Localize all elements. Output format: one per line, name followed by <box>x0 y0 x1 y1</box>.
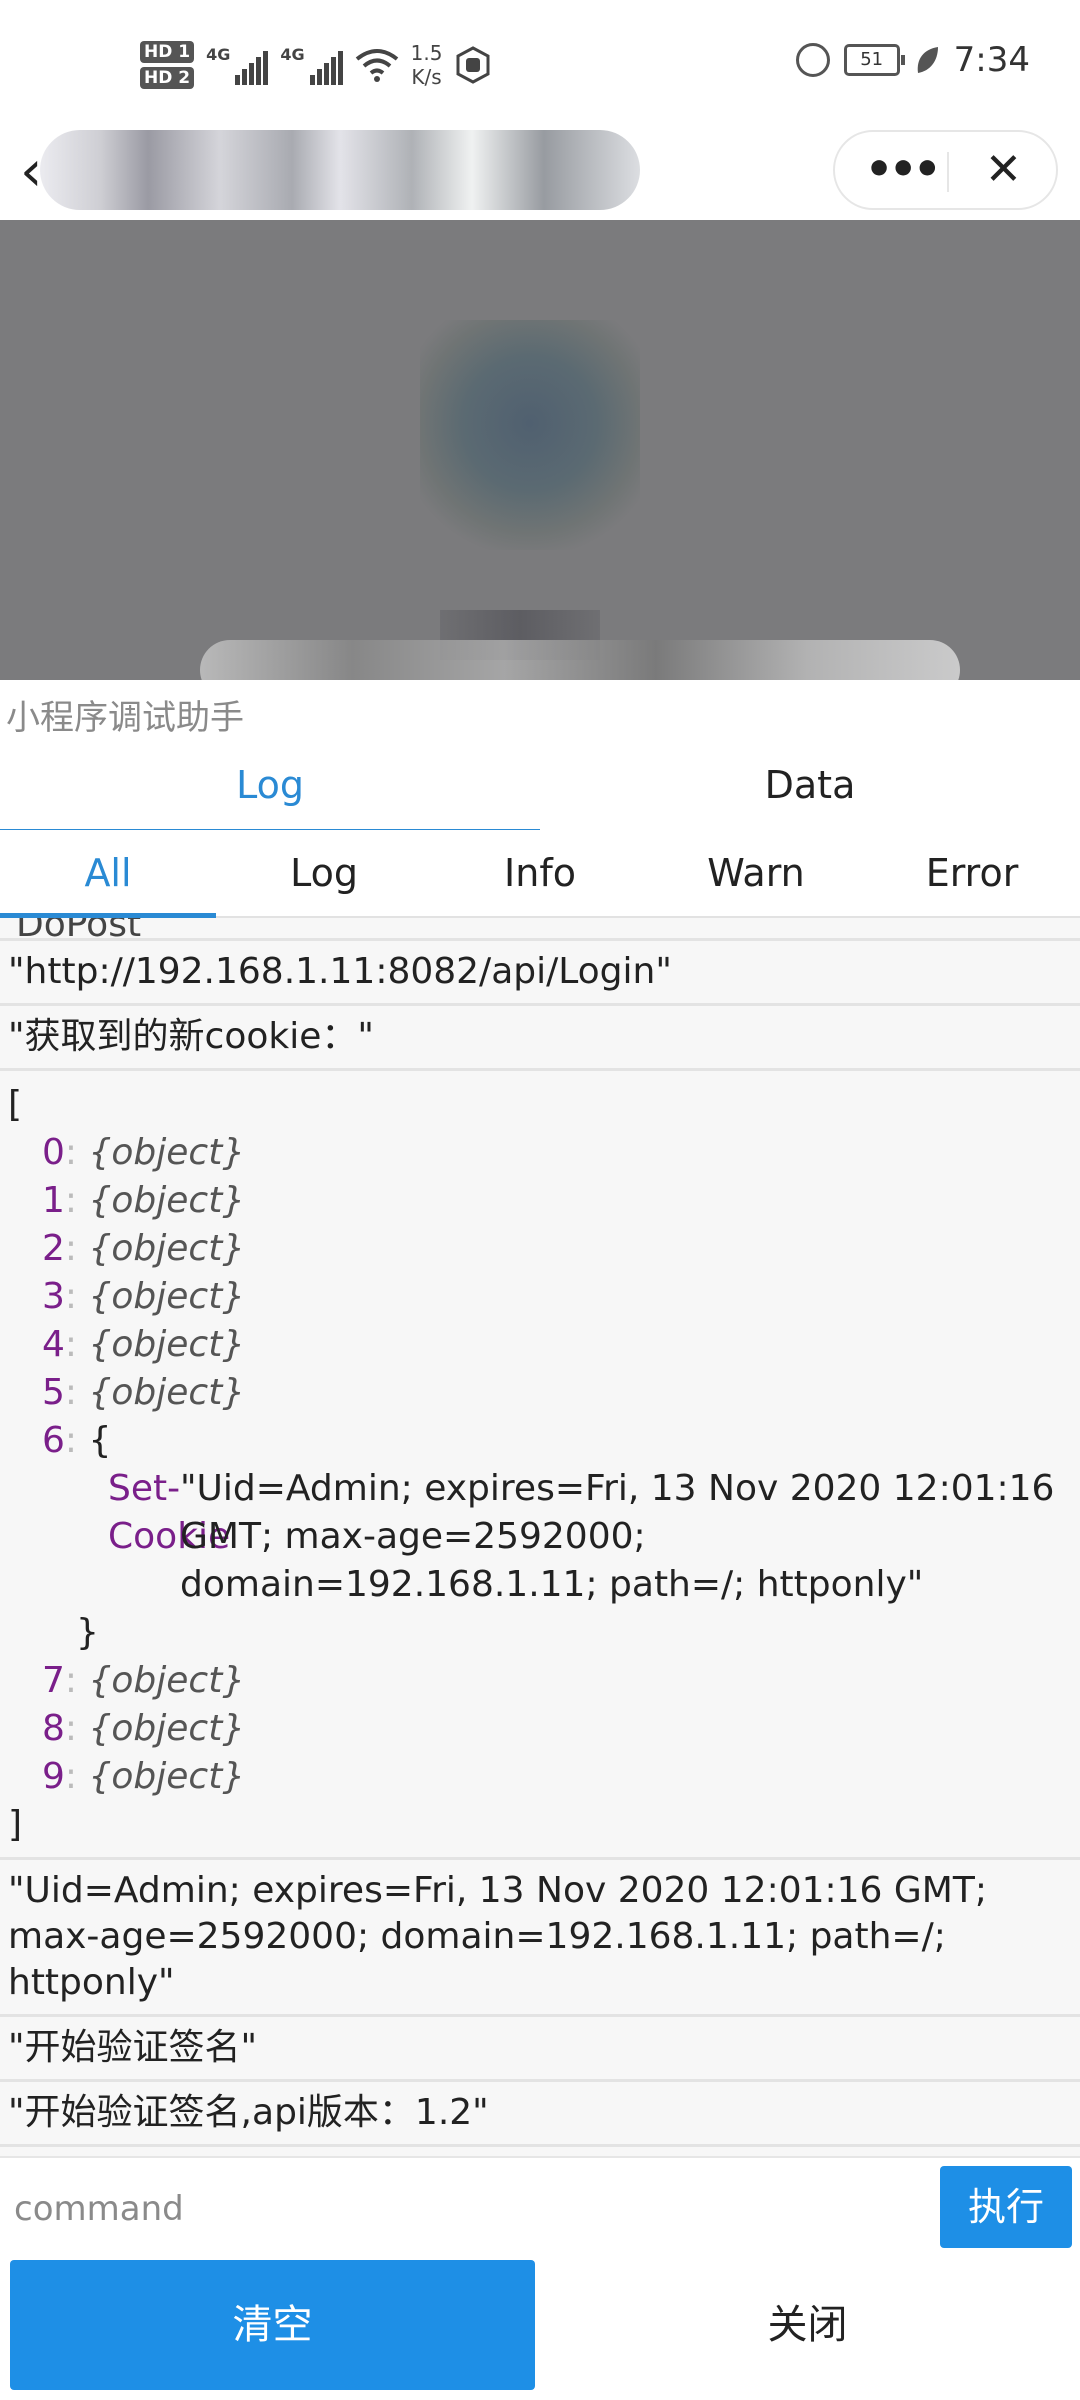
log-entry-verify-version: "开始验证签名,api版本：1.2" <box>0 2082 1080 2147</box>
signal-2-icon: 4G <box>280 45 343 85</box>
more-icon[interactable]: ••• <box>865 142 941 198</box>
tree-item-expanded[interactable]: 6: { <box>8 1417 1072 1465</box>
filter-warn[interactable]: Warn <box>648 830 864 916</box>
hd1-badge: HD 1 <box>140 41 195 63</box>
cookie-value: "Uid=Admin; expires=Fri, 13 Nov 2020 12:… <box>180 1468 1055 1605</box>
speed-unit: K/s <box>411 65 442 89</box>
tree-item[interactable]: 9: {object} <box>8 1753 1072 1801</box>
tree-item[interactable]: 7: {object} <box>8 1657 1072 1705</box>
filter-all[interactable]: All <box>0 830 216 918</box>
log-entry-array: [ 0: {object} 1: {object} 2: {object} 3:… <box>0 1071 1080 1860</box>
tree-item[interactable]: 4: {object} <box>8 1321 1072 1369</box>
tree-item[interactable]: 3: {object} <box>8 1273 1072 1321</box>
tree-item[interactable]: 8: {object} <box>8 1705 1072 1753</box>
tree-item[interactable]: 1: {object} <box>8 1177 1072 1225</box>
tree-item[interactable]: 0: {object} <box>8 1129 1072 1177</box>
alarm-icon <box>795 43 830 77</box>
log-entry-partial-bottom: {object} <box>0 2147 1080 2156</box>
signal-1-icon: 4G <box>206 45 269 85</box>
array-open: [ <box>8 1084 23 1125</box>
command-input[interactable] <box>12 2170 936 2248</box>
object-close: } <box>76 1612 99 1653</box>
app-label: 小程序调试助手 <box>6 698 244 738</box>
leaf-icon <box>917 47 938 73</box>
tree-item[interactable]: 2: {object} <box>8 1225 1072 1273</box>
command-bar: 执行 <box>0 2156 1080 2258</box>
blurred-avatar <box>420 320 640 550</box>
nav-bar: ‹ ••• ✕ <box>0 130 1080 220</box>
filter-log[interactable]: Log <box>216 830 432 916</box>
hand-icon <box>456 46 490 84</box>
network-speed: 1.5 K/s <box>411 41 443 89</box>
log-list[interactable]: DoPost "http://192.168.1.11:8082/api/Log… <box>0 918 1080 2156</box>
filter-info[interactable]: Info <box>432 830 648 916</box>
status-bar-left: HD 1 HD 2 4G 4G 1.5 K/s <box>140 30 492 100</box>
log-filter-tabs: All Log Info Warn Error <box>0 830 1080 918</box>
log-entry-new-cookie: "获取到的新cookie：" <box>0 1006 1080 1071</box>
cookie-property: Set-Cookie "Uid=Admin; expires=Fri, 13 N… <box>8 1465 1072 1609</box>
battery-icon: 51 <box>843 44 905 76</box>
array-close: ] <box>8 1804 23 1845</box>
log-entry-partial: DoPost <box>0 918 1080 941</box>
log-entry-verify-start: "开始验证签名" <box>0 2017 1080 2082</box>
close-button[interactable]: 关闭 <box>545 2260 1070 2390</box>
primary-tabs: Log Data <box>0 740 1080 834</box>
log-entry-cookie-string: "Uid=Admin; expires=Fri, 13 Nov 2020 12:… <box>0 1860 1080 2017</box>
hd2-badge: HD 2 <box>140 67 195 89</box>
blurred-caption <box>200 640 960 680</box>
speed-value: 1.5 <box>410 41 443 65</box>
back-icon[interactable]: ‹ <box>20 142 42 202</box>
status-bar-right: 51 7:34 <box>795 40 1030 80</box>
log-entry-url: "http://192.168.1.11:8082/api/Login" <box>0 941 1080 1006</box>
tab-data[interactable]: Data <box>540 740 1080 830</box>
footer-actions: 清空 关闭 <box>0 2256 1080 2400</box>
tree-item[interactable]: 5: {object} <box>8 1369 1072 1417</box>
blurred-title <box>40 130 640 210</box>
filter-error[interactable]: Error <box>864 830 1080 916</box>
capsule-divider <box>947 152 949 192</box>
cookie-key: Set-Cookie <box>108 1468 231 1557</box>
execute-button[interactable]: 执行 <box>940 2166 1072 2248</box>
status-bar: HD 1 HD 2 4G 4G 1.5 K/s 51 7:34 <box>0 0 1080 130</box>
clear-button[interactable]: 清空 <box>10 2260 535 2390</box>
clock: 7:34 <box>953 40 1030 80</box>
tab-log[interactable]: Log <box>0 740 540 834</box>
blurred-banner-image <box>0 220 1080 680</box>
mini-program-capsule: ••• ✕ <box>833 130 1058 210</box>
close-icon[interactable]: ✕ <box>985 140 1022 200</box>
sim-indicators: HD 1 HD 2 <box>140 41 195 89</box>
wifi-icon <box>355 49 398 82</box>
